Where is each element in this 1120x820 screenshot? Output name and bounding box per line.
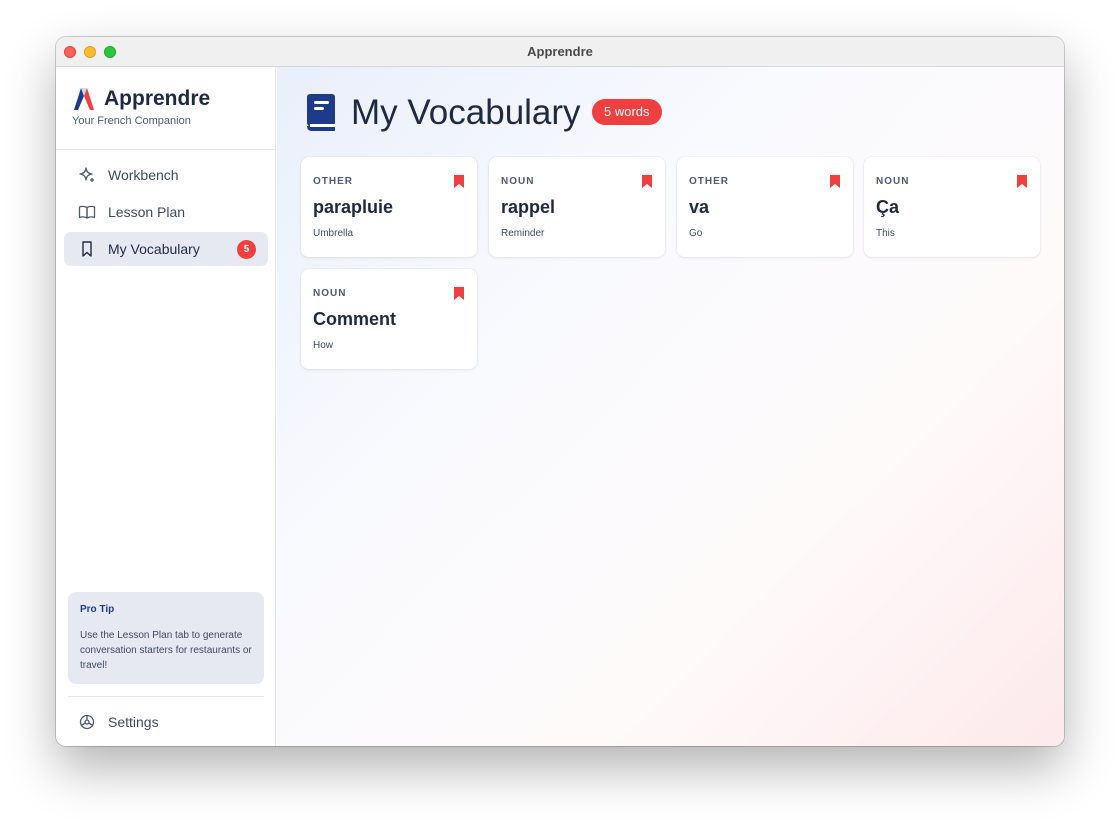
- vocab-card[interactable]: OTHER parapluie Umbrella: [301, 157, 477, 257]
- window-title: Apprendre: [527, 44, 593, 59]
- vocab-word: parapluie: [313, 197, 394, 217]
- pro-tip-card: Pro Tip Use the Lesson Plan tab to gener…: [68, 592, 264, 684]
- sidebar-divider: [56, 149, 275, 150]
- sparkle-icon: [79, 167, 94, 182]
- vocab-card[interactable]: OTHER va Go: [677, 157, 853, 257]
- pro-tip-text: Use the Lesson Plan tab to generate conv…: [80, 630, 252, 671]
- pro-tip-title: Pro Tip: [80, 604, 115, 615]
- vocab-translation: Reminder: [501, 228, 545, 239]
- book-open-icon: [78, 205, 96, 219]
- vocab-translation: This: [876, 228, 895, 239]
- bookmark-icon[interactable]: [830, 175, 840, 188]
- sidebar-item-label: Workbench: [108, 167, 179, 183]
- bookmark-icon[interactable]: [454, 175, 464, 188]
- brand-subtitle: Your French Companion: [72, 115, 191, 127]
- book-icon: [307, 94, 335, 131]
- app-window: Apprendre Apprendre Your French Companio…: [56, 37, 1064, 746]
- sidebar: Apprendre Your French Companion Workbenc…: [56, 67, 276, 746]
- sidebar-item-workbench[interactable]: Workbench: [64, 158, 268, 192]
- part-of-speech: NOUN: [876, 176, 910, 187]
- apprendre-logo-icon: [74, 88, 94, 110]
- part-of-speech: NOUN: [313, 288, 347, 299]
- vocab-word: Ça: [876, 197, 900, 217]
- part-of-speech: OTHER: [689, 176, 729, 187]
- sidebar-bottom-divider: [68, 696, 264, 697]
- settings-button[interactable]: Settings: [64, 705, 268, 739]
- sidebar-item-lesson-plan[interactable]: Lesson Plan: [64, 195, 268, 229]
- bookmark-icon[interactable]: [454, 287, 464, 300]
- bookmark-icon[interactable]: [1017, 175, 1027, 188]
- bookmark-icon: [82, 241, 92, 257]
- sidebar-item-label: My Vocabulary: [108, 241, 200, 257]
- settings-icon: [79, 714, 95, 730]
- bookmark-icon[interactable]: [642, 175, 652, 188]
- vocab-card[interactable]: NOUN Comment How: [301, 269, 477, 369]
- sidebar-item-my-vocabulary[interactable]: My Vocabulary 5: [64, 232, 268, 266]
- settings-label: Settings: [108, 714, 159, 730]
- title-bar: Apprendre: [56, 37, 1064, 67]
- vocab-word: rappel: [501, 197, 556, 217]
- word-count-badge: 5 words: [592, 99, 662, 125]
- vocab-word: va: [689, 197, 710, 217]
- vocab-card[interactable]: NOUN rappel Reminder: [489, 157, 665, 257]
- vocab-translation: How: [313, 340, 334, 351]
- page-title: My Vocabulary: [351, 93, 581, 132]
- brand-name: Apprendre: [104, 87, 211, 110]
- sidebar-item-label: Lesson Plan: [108, 204, 186, 220]
- part-of-speech: NOUN: [501, 176, 535, 187]
- vocab-translation: Go: [689, 228, 703, 239]
- part-of-speech: OTHER: [313, 176, 353, 187]
- vocabulary-count-badge: 5: [237, 240, 256, 259]
- vocab-word: Comment: [313, 309, 397, 329]
- vocab-card[interactable]: NOUN Ça This: [864, 157, 1040, 257]
- main-content: My Vocabulary 5 words OTHER parapluie Um…: [277, 67, 1064, 746]
- vocab-translation: Umbrella: [313, 228, 354, 239]
